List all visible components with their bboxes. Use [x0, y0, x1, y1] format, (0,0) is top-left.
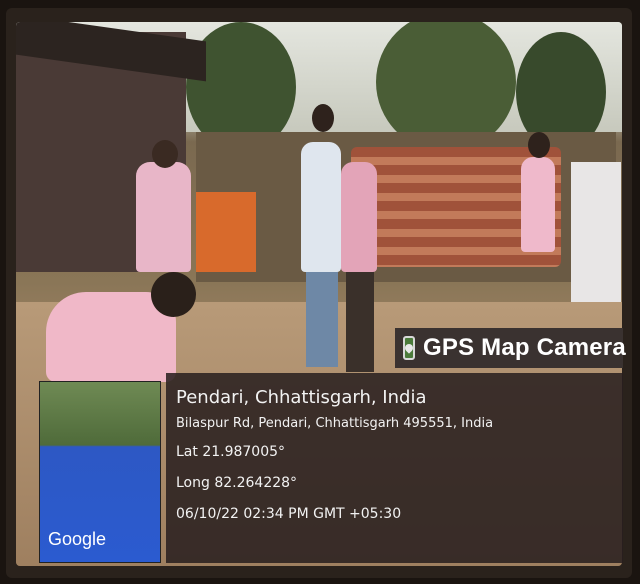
latitude: Lat 21.987005° — [176, 444, 286, 460]
person — [301, 142, 341, 272]
person-head — [151, 272, 196, 317]
person — [341, 162, 377, 272]
person-head — [312, 104, 334, 132]
google-attribution: Google — [48, 529, 107, 549]
person-head — [528, 132, 550, 158]
person-head — [152, 140, 178, 168]
location-title: Pendari, Chhattisgarh, India — [176, 387, 427, 408]
badge-label: GPS Map Camera — [423, 334, 626, 361]
timestamp: 06/10/22 02:34 PM GMT +05:30 — [176, 506, 402, 522]
white-sheet — [571, 162, 621, 302]
person — [136, 162, 191, 272]
map-pin-icon — [403, 336, 415, 360]
location-address: Bilaspur Rd, Pendari, Chhattisgarh 49555… — [176, 416, 494, 431]
person-legs — [346, 262, 374, 372]
orange-cloth — [196, 192, 256, 272]
longitude: Long 82.264228° — [176, 475, 298, 491]
gps-map-camera-badge: GPS Map Camera — [395, 328, 626, 368]
person — [521, 157, 555, 252]
photo-frame: Google GPS Map Camera Pendari, Chhattisg… — [6, 8, 632, 578]
map-thumbnail: Google — [39, 381, 161, 563]
location-info-panel: Pendari, Chhattisgarh, India Bilaspur Rd… — [166, 373, 623, 563]
person-legs — [306, 257, 338, 367]
